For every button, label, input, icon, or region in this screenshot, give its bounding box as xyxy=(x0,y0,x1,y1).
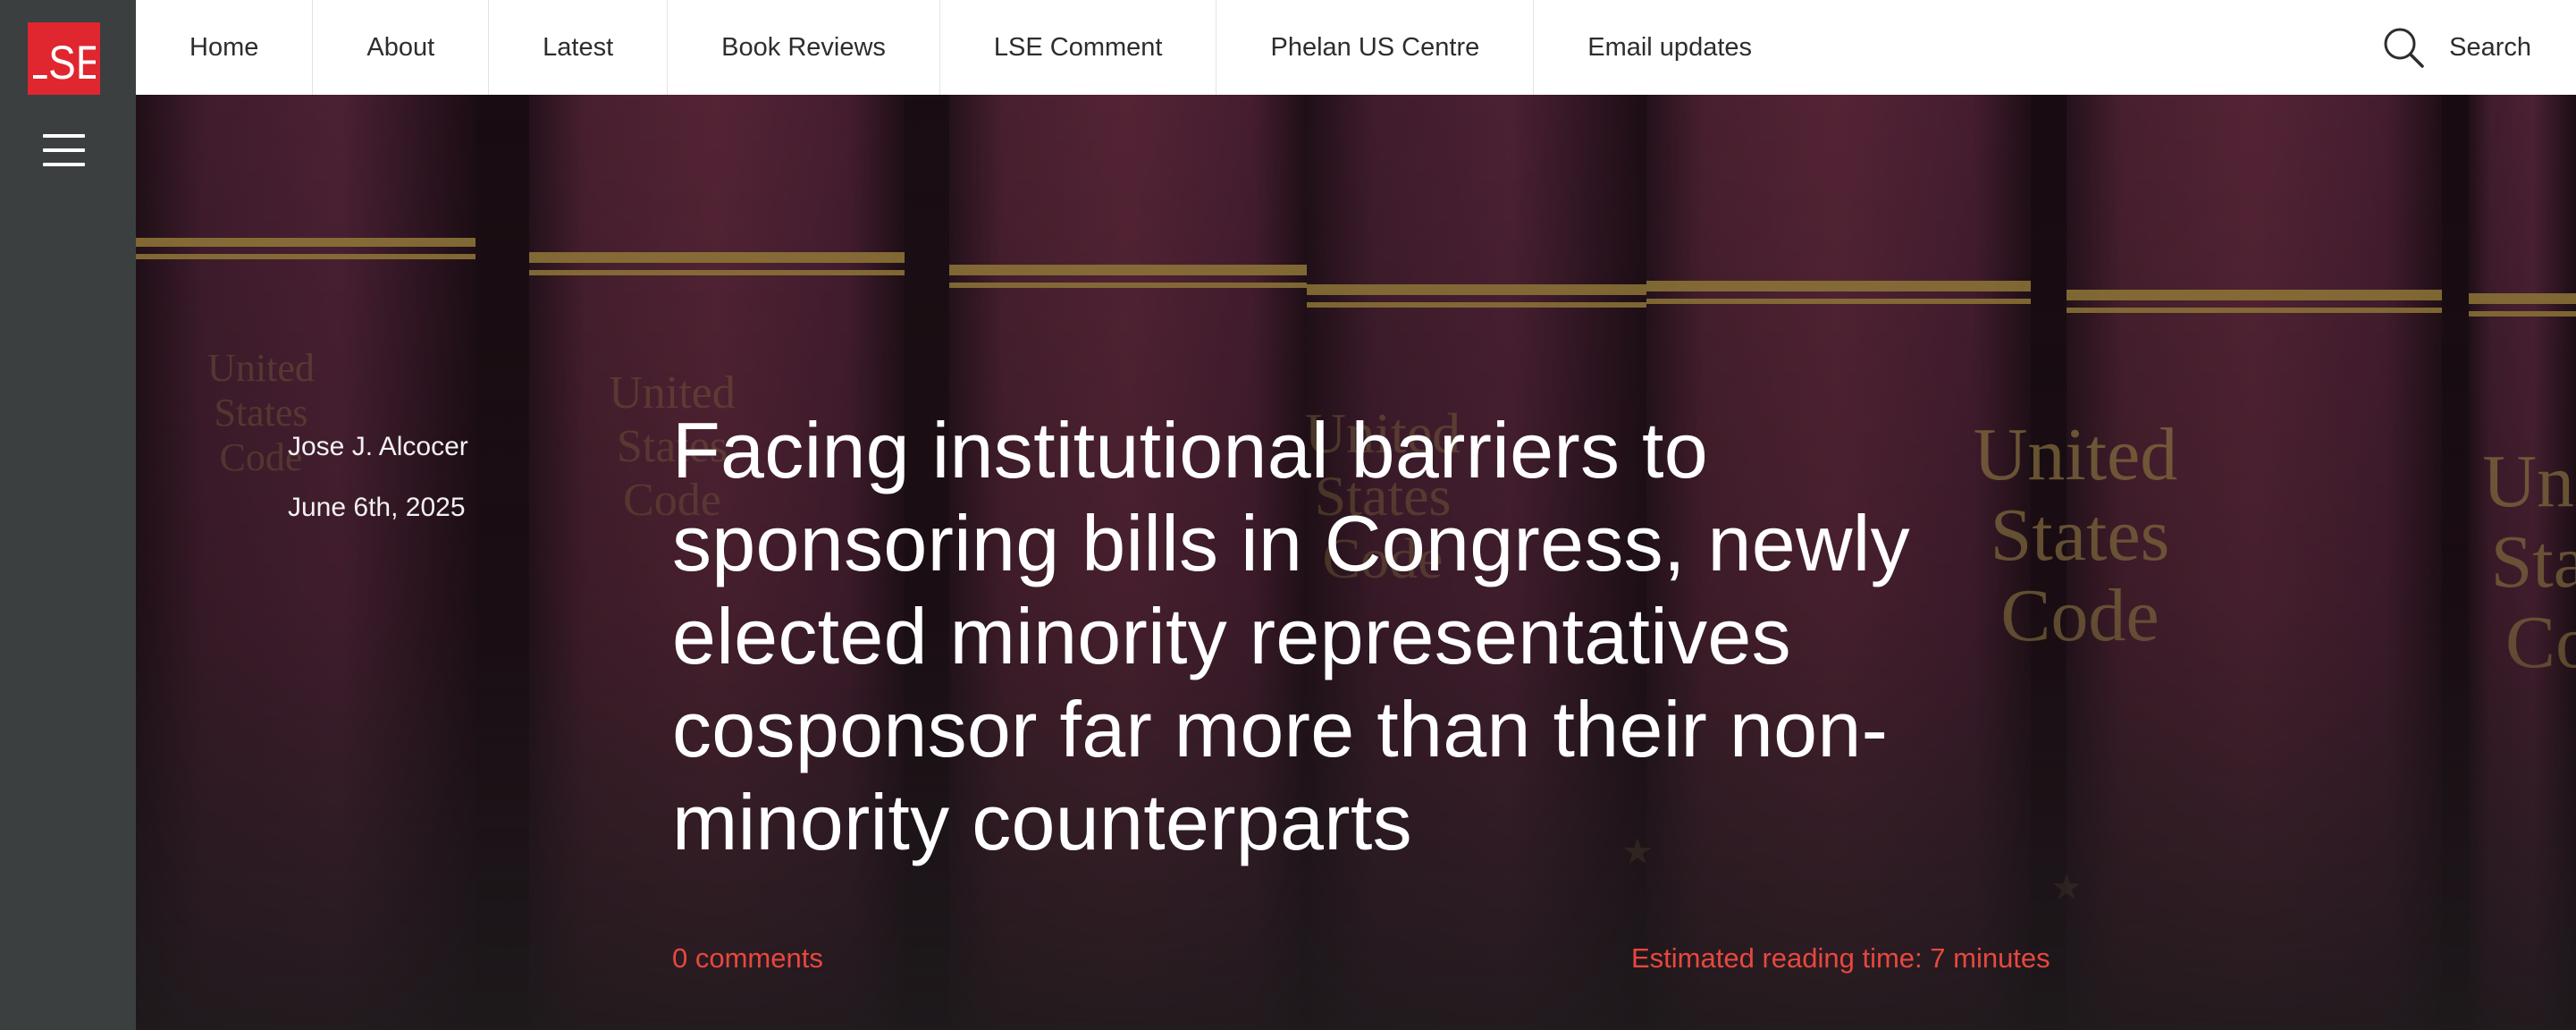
nav-item-lse-comment[interactable]: LSE Comment xyxy=(940,0,1217,95)
nav-item-latest[interactable]: Latest xyxy=(489,0,669,95)
publish-date: June 6th, 2025 xyxy=(288,493,466,522)
author-name[interactable]: Jose J. Alcocer xyxy=(288,417,468,477)
lse-logo-text: LSE xyxy=(33,35,96,86)
search-button[interactable]: Search xyxy=(2381,0,2531,95)
article-meta: Jose J. Alcocer June 6th, 2025 xyxy=(288,417,468,538)
lse-logo[interactable]: LSE xyxy=(28,22,100,95)
menu-icon[interactable] xyxy=(43,131,85,170)
nav-item-home[interactable]: Home xyxy=(136,0,314,95)
nav-item-email-updates[interactable]: Email updates xyxy=(1534,0,1806,95)
article-title: Facing institutional barriers to sponsor… xyxy=(672,406,1910,866)
comments-link[interactable]: 0 comments xyxy=(672,942,823,975)
top-navigation: Home About Latest Book Reviews LSE Comme… xyxy=(136,0,2576,95)
reading-time: Estimated reading time: 7 minutes xyxy=(1631,942,2050,974)
nav-item-book-reviews[interactable]: Book Reviews xyxy=(668,0,940,95)
nav-item-about[interactable]: About xyxy=(313,0,490,95)
search-icon xyxy=(2384,28,2424,68)
search-label: Search xyxy=(2449,32,2531,62)
lse-logo-mark: LSE xyxy=(33,35,96,86)
nav-item-phelan-us-centre[interactable]: Phelan US Centre xyxy=(1216,0,1535,95)
left-rail: LSE xyxy=(0,0,136,1030)
